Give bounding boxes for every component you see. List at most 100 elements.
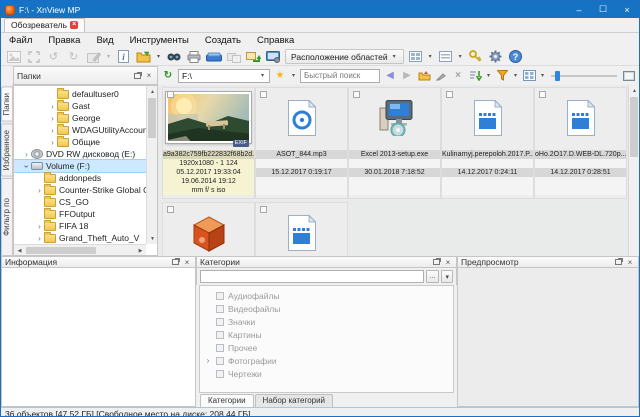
open-folder-icon[interactable] xyxy=(135,49,152,65)
tree-item-cs-go[interactable]: CS_GO xyxy=(14,195,146,208)
layout-areas-button[interactable]: Расположение областей ▾ xyxy=(285,49,404,64)
close-panel-icon[interactable]: × xyxy=(443,258,453,267)
open-folder-dropdown-icon[interactable]: ▾ xyxy=(155,53,162,60)
tree-item-george[interactable]: › George xyxy=(14,111,146,124)
chevron-down-icon[interactable]: › xyxy=(22,162,31,171)
browser-vertical-scrollbar[interactable]: ▲ xyxy=(628,85,639,256)
file-cell-photo[interactable]: EXIF a9a382c759fb222832f68b2d... 1920x10… xyxy=(162,87,255,199)
tab-browser[interactable]: Обозреватель × xyxy=(4,18,86,32)
tree-item-volume-f[interactable]: › Volume (F:) xyxy=(14,159,146,173)
file-checkbox[interactable] xyxy=(167,206,174,213)
file-checkbox[interactable] xyxy=(260,91,267,98)
tree-vertical-scrollbar[interactable]: ▲ ▼ xyxy=(146,86,157,244)
thumbnails-view-dropdown-icon[interactable]: ▾ xyxy=(427,53,434,60)
menu-file[interactable]: Файл xyxy=(1,34,40,47)
file-cell-package[interactable] xyxy=(162,202,255,256)
search-binoculars-icon[interactable] xyxy=(165,49,182,65)
chevron-right-icon[interactable]: › xyxy=(35,186,44,195)
tree-item-obshchie[interactable]: › Общие xyxy=(14,135,146,148)
rotate-right-icon[interactable]: ↻ xyxy=(65,49,82,65)
menu-create[interactable]: Создать xyxy=(197,34,249,47)
fullscreen-icon[interactable] xyxy=(25,49,42,65)
chevron-right-icon[interactable]: › xyxy=(35,234,44,243)
chevron-right-icon[interactable]: › xyxy=(48,126,57,135)
maximize-button[interactable]: ☐ xyxy=(591,1,615,18)
view-image-icon[interactable] xyxy=(5,49,22,65)
labels-view-dropdown-icon[interactable]: ▾ xyxy=(457,53,464,60)
chevron-right-icon[interactable]: › xyxy=(48,138,57,147)
side-tab-category-filter[interactable]: Фильтр по категориям xyxy=(1,178,20,256)
close-panel-icon[interactable]: × xyxy=(625,258,635,267)
filter-dropdown-icon[interactable]: ▾ xyxy=(512,72,519,79)
tree-item-wdagutilityaccount[interactable]: › WDAGUtilityAccount xyxy=(14,123,146,136)
tree-item-gast[interactable]: › Gast xyxy=(14,99,146,112)
settings-gear-icon[interactable] xyxy=(487,49,504,65)
forward-icon[interactable]: ▶ xyxy=(400,69,414,83)
category-row-icons[interactable]: Значки xyxy=(204,315,453,328)
thumbnail-size-slider[interactable] xyxy=(549,69,619,83)
category-row-other[interactable]: Прочее xyxy=(204,341,453,354)
category-more-button[interactable]: ... xyxy=(425,270,440,283)
file-checkbox[interactable] xyxy=(353,91,360,98)
tree-item-addonpeds[interactable]: addonpeds xyxy=(14,171,146,184)
sort-dropdown-icon[interactable]: ▾ xyxy=(485,72,492,79)
tab-category-sets[interactable]: Набор категорий xyxy=(254,394,334,407)
float-panel-icon[interactable] xyxy=(170,258,180,267)
menu-view[interactable]: Вид xyxy=(88,34,121,47)
close-panel-icon[interactable]: × xyxy=(144,71,154,80)
file-cell-video[interactable] xyxy=(255,202,348,256)
tree-item-counter-strike[interactable]: › Counter-Strike Global Of xyxy=(14,183,146,196)
folder-up-icon[interactable] xyxy=(417,69,431,83)
category-checkbox[interactable] xyxy=(216,304,224,313)
chevron-right-icon[interactable]: › xyxy=(48,114,57,123)
file-info-icon[interactable]: i xyxy=(115,49,132,65)
file-checkbox[interactable] xyxy=(167,91,174,98)
category-row-photos[interactable]: › Фотографии xyxy=(204,354,453,367)
maximize-pane-icon[interactable] xyxy=(622,69,636,83)
tab-categories[interactable]: Категории xyxy=(200,394,254,407)
view-mode-icon[interactable] xyxy=(522,69,536,83)
category-checkbox[interactable] xyxy=(216,356,224,365)
filter-funnel-icon[interactable] xyxy=(495,69,509,83)
rotate-left-icon[interactable]: ↺ xyxy=(45,49,62,65)
category-filter-input[interactable] xyxy=(200,270,424,283)
category-checkbox[interactable] xyxy=(216,317,224,326)
menu-edit[interactable]: Правка xyxy=(40,34,88,47)
tree-item-fifa-18[interactable]: › FIFA 18 xyxy=(14,219,146,232)
close-panel-icon[interactable]: × xyxy=(182,258,192,267)
file-cell-audio[interactable]: ASOT_844.mp3 15.12.2017 0:19:17 xyxy=(255,87,348,199)
sort-icon[interactable] xyxy=(468,69,482,83)
scroll-up-icon[interactable]: ▲ xyxy=(147,86,158,97)
file-cell-executable[interactable]: Excel 2013-setup.exe 30.01.2018 7:18:52 xyxy=(348,87,441,199)
category-row-audio[interactable]: Аудиофайлы xyxy=(204,289,453,302)
chevron-right-icon[interactable]: › xyxy=(22,150,31,159)
category-checkbox[interactable] xyxy=(216,330,224,339)
scroll-right-icon[interactable]: ▶ xyxy=(135,245,146,256)
labels-view-icon[interactable] xyxy=(437,49,454,65)
category-checkbox[interactable] xyxy=(216,343,224,352)
quick-search-input[interactable] xyxy=(300,68,380,83)
category-row-pictures[interactable]: Картины xyxy=(204,328,453,341)
scanner-icon[interactable] xyxy=(205,49,222,65)
edit-image-dropdown-icon[interactable]: ▾ xyxy=(105,53,112,60)
refresh-icon[interactable]: ↻ xyxy=(161,69,175,83)
favorites-dropdown-icon[interactable]: ▾ xyxy=(290,72,297,79)
tab-close-icon[interactable]: × xyxy=(70,21,79,29)
favorites-star-icon[interactable]: ★ xyxy=(273,69,287,83)
float-panel-icon[interactable] xyxy=(132,71,142,80)
category-checkbox[interactable] xyxy=(216,369,224,378)
edit-path-icon[interactable] xyxy=(434,69,448,83)
tree-item-dvd-drive-e[interactable]: › DVD RW дисковод (E:) xyxy=(14,148,146,160)
thumbnails-view-icon[interactable] xyxy=(407,49,424,65)
close-button[interactable]: × xyxy=(615,1,639,18)
scrollbar-thumb[interactable] xyxy=(630,97,638,157)
scroll-left-icon[interactable]: ◀ xyxy=(14,245,25,256)
category-checkbox[interactable] xyxy=(216,291,224,300)
file-cell-video[interactable]: Kulinarnyj.perepoloh.2017.P... 14.12.201… xyxy=(441,87,534,199)
tree-item-gta-v[interactable]: › Grand_Theft_Auto_V xyxy=(14,231,146,244)
file-cell-video[interactable]: oHo.2O17.D.WEB-DL.720p... 14.12.2017 0:2… xyxy=(534,87,627,199)
float-panel-icon[interactable] xyxy=(431,258,441,267)
capture-icon[interactable] xyxy=(265,49,282,65)
category-row-drawings[interactable]: Чертежи xyxy=(204,367,453,380)
back-icon[interactable]: ◀ xyxy=(383,69,397,83)
